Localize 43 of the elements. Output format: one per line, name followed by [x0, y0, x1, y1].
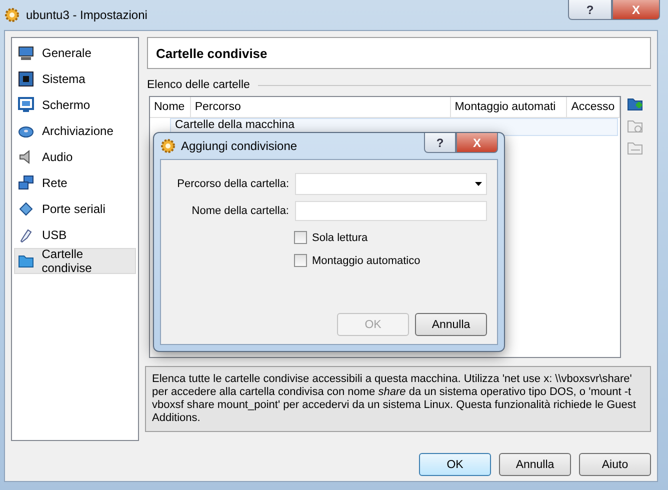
sidebar-item[interactable]: Generale	[14, 40, 136, 66]
network-icon	[18, 175, 34, 191]
dialog-button[interactable]: Annulla	[415, 313, 487, 336]
sidebar-item[interactable]: Rete	[14, 170, 136, 196]
path-combo[interactable]	[295, 173, 487, 195]
help-button[interactable]: ?	[424, 133, 456, 153]
column-header[interactable]: Montaggio automati	[450, 97, 568, 117]
checkbox[interactable]	[294, 254, 307, 267]
add-folder-icon[interactable]	[627, 96, 643, 112]
info-text: Elenca tutte le cartelle condivise accessibili a questa macchina. Utilizza 'net use x: \\vboxsvr\share' per accedere alla cartella condivisa con nome share da un sistema operativo tipo DOS, o 'mount -t vboxsf share mount_point' per accedervi da un sistema Linux. Questa funzionalità richiede le Guest Additions.	[145, 366, 651, 432]
dialog-button[interactable]: Annulla	[499, 453, 571, 476]
window-title: ubuntu3 - Impostazioni	[26, 8, 148, 22]
folder-icon	[18, 253, 34, 269]
page-title: Cartelle condivise	[147, 37, 651, 69]
gear-icon	[160, 138, 176, 154]
dialog-button[interactable]: OK	[419, 453, 491, 476]
dialog-button[interactable]: Aiuto	[579, 453, 651, 476]
column-header[interactable]: Percorso	[190, 97, 451, 117]
checkbox-label: Montaggio automatico	[312, 254, 420, 266]
checkbox[interactable]	[294, 231, 307, 244]
field-label: Percorso della cartella:	[176, 178, 290, 190]
gear-icon	[4, 7, 20, 23]
field-label: Nome della cartella:	[190, 205, 290, 217]
dialog-title: Aggiungi condivisione	[181, 139, 298, 153]
sidebar-item[interactable]: Sistema	[14, 66, 136, 92]
sidebar-item[interactable]: Schermo	[14, 92, 136, 118]
column-header[interactable]: Accesso	[567, 97, 620, 117]
usb-plug-icon	[18, 227, 34, 243]
sidebar-item[interactable]: Audio	[14, 144, 136, 170]
connector-icon	[18, 201, 34, 217]
help-button[interactable]: ?	[568, 0, 612, 20]
dropdown-arrow-icon	[475, 182, 482, 186]
sidebar-item[interactable]: Cartelle condivise	[14, 248, 136, 274]
sidebar-item[interactable]: Porte seriali	[14, 196, 136, 222]
monitor-icon	[18, 45, 34, 61]
column-header[interactable]: Nome	[150, 97, 191, 117]
group-label: Elenco delle cartelle	[147, 79, 250, 91]
checkbox-label: Sola lettura	[312, 232, 368, 244]
sidebar-item[interactable]: Archiviazione	[14, 118, 136, 144]
input-field[interactable]	[295, 201, 487, 221]
display-icon	[18, 97, 34, 113]
sidebar-item[interactable]: USB	[14, 222, 136, 248]
chip-icon	[18, 71, 34, 87]
